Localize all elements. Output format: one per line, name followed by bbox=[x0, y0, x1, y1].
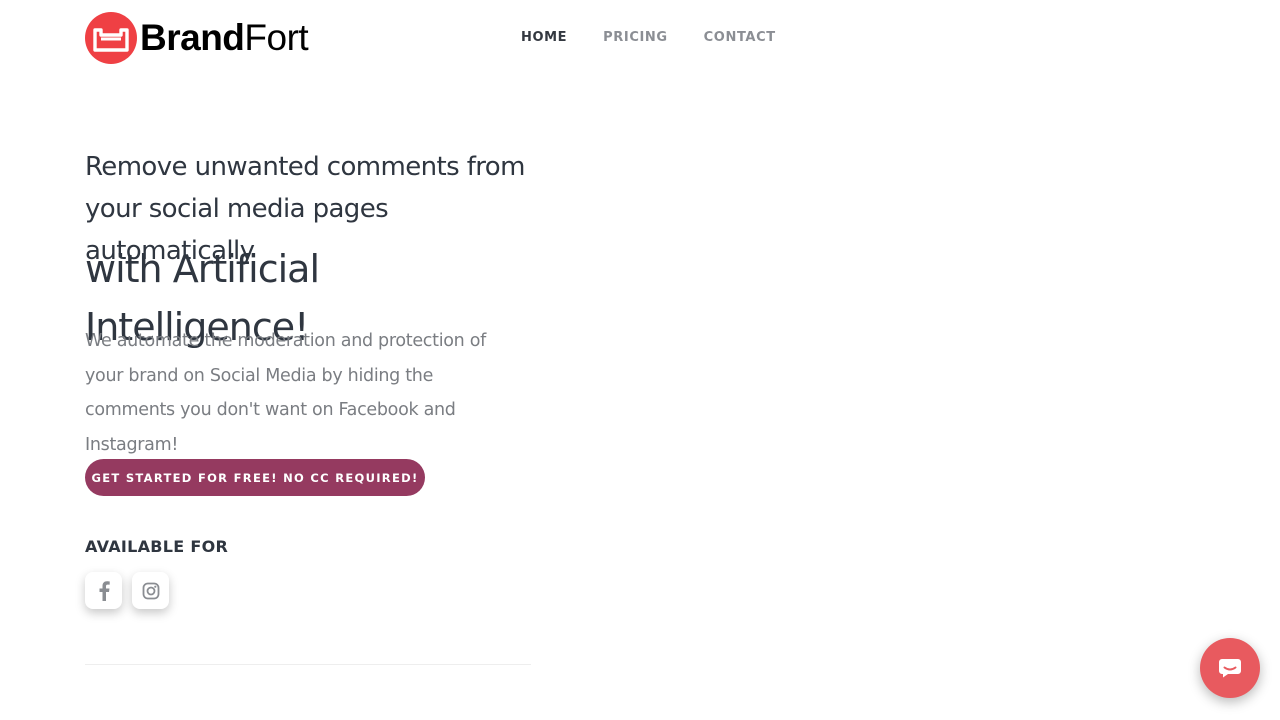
chat-widget-button[interactable] bbox=[1200, 638, 1260, 698]
nav-home[interactable]: HOME bbox=[521, 29, 567, 47]
brand-logo[interactable]: BrandFort bbox=[85, 12, 309, 64]
nav-pricing[interactable]: PRICING bbox=[603, 29, 668, 47]
brand-name: BrandFort bbox=[140, 12, 309, 64]
brand-name-bold: Brand bbox=[140, 17, 245, 58]
instagram-button[interactable] bbox=[132, 572, 169, 609]
facebook-button[interactable] bbox=[85, 572, 122, 609]
facebook-icon bbox=[99, 580, 110, 601]
section-divider bbox=[85, 664, 531, 665]
hero-description: We automate the moderation and protectio… bbox=[85, 331, 486, 455]
brand-name-light: Fort bbox=[244, 17, 309, 58]
platform-list bbox=[85, 572, 169, 609]
get-started-button[interactable]: GET STARTED FOR FREE! NO CC REQUIRED! bbox=[85, 459, 425, 496]
page: BrandFort HOME PRICING CONTACT Remove un… bbox=[0, 0, 1280, 720]
nav-contact[interactable]: CONTACT bbox=[704, 29, 776, 47]
main-nav: HOME PRICING CONTACT bbox=[521, 29, 776, 47]
instagram-icon bbox=[142, 582, 159, 599]
chat-icon bbox=[1219, 659, 1241, 678]
brandfort-logo-icon bbox=[85, 12, 137, 64]
available-for-title: AVAILABLE FOR bbox=[85, 537, 229, 556]
